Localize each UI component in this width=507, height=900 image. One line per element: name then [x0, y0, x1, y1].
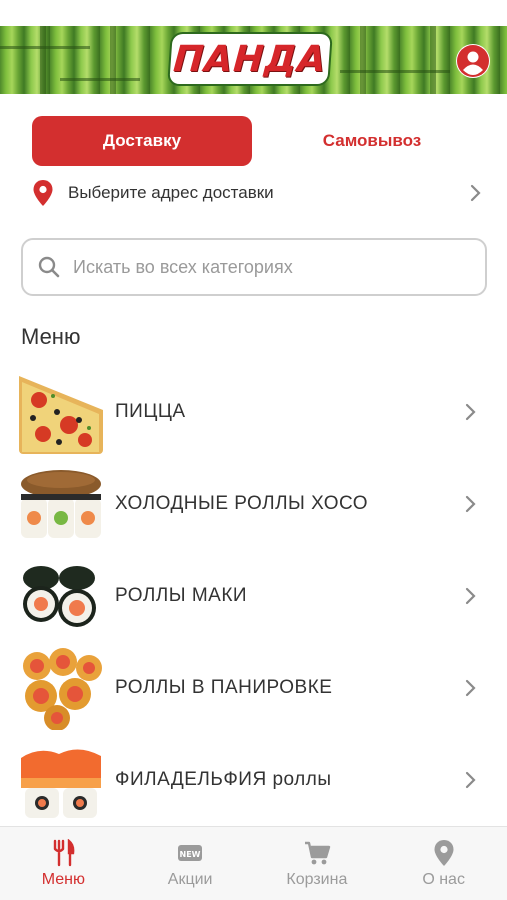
- tab-label: Корзина: [286, 871, 348, 888]
- fork-knife-icon: [49, 839, 77, 867]
- tab-label: Акции: [167, 871, 213, 888]
- location-pin-icon: [33, 180, 53, 206]
- tab-cart[interactable]: Корзина: [254, 827, 381, 900]
- tab-menu[interactable]: Меню: [0, 827, 127, 900]
- chevron-right-icon: [465, 403, 476, 421]
- list-item[interactable]: ПИЦЦА: [0, 366, 507, 458]
- tab-label: Меню: [41, 871, 85, 888]
- chevron-right-icon: [465, 495, 476, 513]
- search-icon: [38, 256, 60, 278]
- category-label: РОЛЛЫ В ПАНИРОВКЕ: [115, 677, 333, 698]
- user-circle-icon: [457, 45, 489, 77]
- bamboo-decor: [40, 26, 46, 94]
- profile-button[interactable]: [456, 44, 490, 78]
- list-item[interactable]: РОЛЛЫ В ПАНИРОВКЕ: [0, 642, 507, 734]
- category-label: ПИЦЦА: [115, 401, 186, 422]
- category-label: ФИЛАДЕЛЬФИЯ роллы: [115, 769, 332, 790]
- list-item[interactable]: ХОЛОДНЫЕ РОЛЛЫ ХОСО: [0, 458, 507, 550]
- list-item[interactable]: РОЛЛЫ МАКИ: [0, 550, 507, 642]
- new-badge-icon: NEW: [176, 839, 204, 867]
- bamboo-decor: [60, 78, 140, 81]
- bamboo-decor: [110, 26, 116, 94]
- pickup-toggle-button[interactable]: Самовывоз: [262, 116, 482, 166]
- logo-text: ПАНДА: [172, 38, 328, 80]
- chevron-right-icon: [470, 184, 481, 202]
- bottom-tab-bar: Меню NEW Акции Корзина О нас: [0, 826, 507, 900]
- delivery-address-row[interactable]: Выберите адрес доставки: [32, 176, 482, 210]
- list-item[interactable]: ФИЛАДЕЛЬФИЯ роллы: [0, 734, 507, 826]
- location-pin-icon: [430, 839, 458, 867]
- tab-about[interactable]: О нас: [380, 827, 507, 900]
- chevron-right-icon: [465, 679, 476, 697]
- tab-label: О нас: [422, 871, 465, 888]
- philadelphia-rolls-thumbnail: [19, 738, 103, 822]
- search-input[interactable]: [73, 256, 453, 278]
- search-box[interactable]: [21, 238, 487, 296]
- svg-text:NEW: NEW: [180, 850, 201, 859]
- chevron-right-icon: [465, 771, 476, 789]
- delivery-toggle-button[interactable]: Доставку: [32, 116, 252, 166]
- bamboo-decor: [340, 70, 450, 73]
- cart-icon: [303, 839, 331, 867]
- app-header: ПАНДА: [0, 26, 507, 94]
- bamboo-decor: [430, 26, 436, 94]
- maki-rolls-thumbnail: [19, 554, 103, 638]
- category-label: РОЛЛЫ МАКИ: [115, 585, 248, 606]
- menu-category-list: ПИЦЦА ХОЛОДНЫЕ РОЛЛЫ ХОСО РОЛЛЫ МАКИ РОЛ…: [0, 366, 507, 826]
- address-placeholder: Выберите адрес доставки: [68, 183, 274, 202]
- breaded-rolls-thumbnail: [19, 646, 103, 730]
- pizza-thumbnail: [19, 370, 103, 454]
- bamboo-decor: [0, 46, 90, 49]
- status-bar-area: [0, 0, 507, 26]
- bamboo-decor: [360, 26, 366, 94]
- menu-section-title: Меню: [21, 324, 81, 349]
- category-label: ХОЛОДНЫЕ РОЛЛЫ ХОСО: [115, 493, 369, 514]
- tab-promotions[interactable]: NEW Акции: [127, 827, 254, 900]
- chevron-right-icon: [465, 587, 476, 605]
- hoso-rolls-thumbnail: [19, 462, 103, 546]
- panda-logo: ПАНДА: [169, 34, 331, 84]
